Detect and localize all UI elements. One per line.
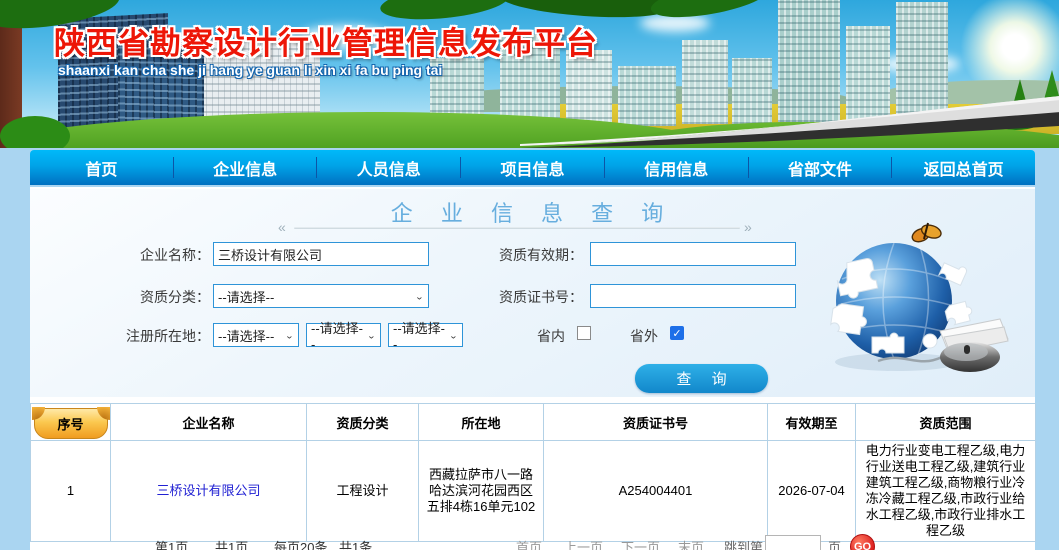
chevron-down-icon: ⌄ <box>449 330 458 340</box>
content-area: 企 业 信 息 查 询 « » 企业名称： 资质有效期： 资质分类： --请选择… <box>30 187 1035 550</box>
header-location: 所在地 <box>419 404 544 441</box>
query-panel: 企 业 信 息 查 询 « » 企业名称： 资质有效期： 资质分类： --请选择… <box>30 189 1035 397</box>
nav-item-back-to-main[interactable]: 返回总首页 <box>892 150 1035 185</box>
page-root: 陕西省勘察设计行业管理信息发布平台 shaanxi kan cha she ji… <box>0 0 1059 550</box>
header-cert-no: 资质证书号 <box>544 404 768 441</box>
cell-category: 工程设计 <box>307 441 419 542</box>
header-seq-label: 序号 <box>57 414 83 433</box>
chevron-right-icon: » <box>744 219 752 235</box>
nav-item-ministry-files[interactable]: 省部文件 <box>749 150 892 185</box>
chevron-left-icon: « <box>278 219 286 235</box>
cell-scope: 电力行业变电工程乙级,电力行业送电工程乙级,建筑行业建筑工程乙级,商物粮行业冷冻… <box>856 441 1036 542</box>
pagination-last[interactable]: 末页 <box>678 537 704 550</box>
pagination-first[interactable]: 首页 <box>516 537 542 550</box>
category-select[interactable]: --请选择-- ⌄ <box>213 284 429 308</box>
chevron-down-icon: ⌄ <box>415 291 424 301</box>
company-name-label: 企业名称： <box>80 245 210 265</box>
globe-illustration <box>812 219 1022 379</box>
location-select-3-value: --请选择-- <box>393 318 449 352</box>
pagination-next[interactable]: 下一页 <box>621 537 660 550</box>
results-table: 序号 企业名称 资质分类 所在地 资质证书号 有效期至 资质范围 1 三桥设计有… <box>30 403 1036 542</box>
nav-item-enterprise-info[interactable]: 企业信息 <box>174 150 317 185</box>
location-select-2[interactable]: --请选择-- ⌄ <box>306 323 381 347</box>
banner: 陕西省勘察设计行业管理信息发布平台 shaanxi kan cha she ji… <box>0 0 1059 148</box>
cell-valid-until: 2026-07-04 <box>768 441 856 542</box>
query-button[interactable]: 查 询 <box>635 364 768 393</box>
location-select-2-value: --请选择-- <box>311 318 367 352</box>
main-nav: 首页 企业信息 人员信息 项目信息 信用信息 省部文件 返回总首页 <box>30 150 1035 185</box>
cell-location: 西藏拉萨市八一路哈达滨河花园西区五排4栋16单元102 <box>419 441 544 542</box>
site-title-pinyin: shaanxi kan cha she ji hang ye guan li x… <box>58 62 442 78</box>
cell-seq: 1 <box>31 441 111 542</box>
table-header-row: 序号 企业名称 资质分类 所在地 资质证书号 有效期至 资质范围 <box>31 404 1036 441</box>
nav-item-project-info[interactable]: 项目信息 <box>461 150 604 185</box>
validity-input[interactable] <box>590 242 796 266</box>
header-valid-until: 有效期至 <box>768 404 856 441</box>
leaf-graphic <box>0 116 70 148</box>
cell-company-name: 三桥设计有限公司 <box>111 441 307 542</box>
location-select-3[interactable]: --请选择-- ⌄ <box>388 323 463 347</box>
pagination-per-page: 每页20条 <box>274 537 327 550</box>
company-name-input[interactable] <box>213 242 429 266</box>
site-title: 陕西省勘察设计行业管理信息发布平台 <box>54 18 598 63</box>
location-select-1-value: --请选择-- <box>218 326 274 345</box>
chevron-down-icon: ⌄ <box>367 330 376 340</box>
out-province-checkbox[interactable]: ✓ <box>670 326 684 340</box>
in-province-label: 省内 <box>537 326 565 346</box>
road-graphic <box>520 86 1059 148</box>
company-link[interactable]: 三桥设计有限公司 <box>156 483 260 498</box>
nav-item-credit-info[interactable]: 信用信息 <box>605 150 748 185</box>
header-seq: 序号 <box>31 404 111 441</box>
pagination-total-pages: 共1页 <box>215 537 248 550</box>
nav-item-personnel-info[interactable]: 人员信息 <box>317 150 460 185</box>
pagination-jump-label: 跳到第 <box>724 537 763 550</box>
title-divider <box>294 227 740 229</box>
seq-ribbon-badge: 序号 <box>34 408 108 439</box>
category-select-value: --请选择-- <box>218 287 274 306</box>
in-province-checkbox[interactable] <box>577 326 591 340</box>
chevron-down-icon: ⌄ <box>285 330 294 340</box>
out-province-label: 省外 <box>630 326 658 346</box>
header-scope: 资质范围 <box>856 404 1036 441</box>
pagination-prev[interactable]: 上一页 <box>564 537 603 550</box>
header-category: 资质分类 <box>307 404 419 441</box>
pagination-total-items: 共1条 <box>339 537 372 550</box>
cert-no-input[interactable] <box>590 284 796 308</box>
location-select-1[interactable]: --请选择-- ⌄ <box>213 323 299 347</box>
category-label: 资质分类： <box>80 287 210 307</box>
cert-no-label: 资质证书号： <box>453 287 583 307</box>
header-company-name: 企业名称 <box>111 404 307 441</box>
pagination-jump-suffix: 页 <box>828 537 841 550</box>
nav-item-home[interactable]: 首页 <box>30 150 173 185</box>
pagination-current-page: 第1页 <box>155 537 188 550</box>
validity-label: 资质有效期： <box>453 245 583 265</box>
table-row: 1 三桥设计有限公司 工程设计 西藏拉萨市八一路哈达滨河花园西区五排4栋16单元… <box>31 441 1036 542</box>
cell-cert-no: A254004401 <box>544 441 768 542</box>
pagination-jump-input[interactable] <box>765 535 821 550</box>
location-label: 注册所在地： <box>80 326 210 346</box>
